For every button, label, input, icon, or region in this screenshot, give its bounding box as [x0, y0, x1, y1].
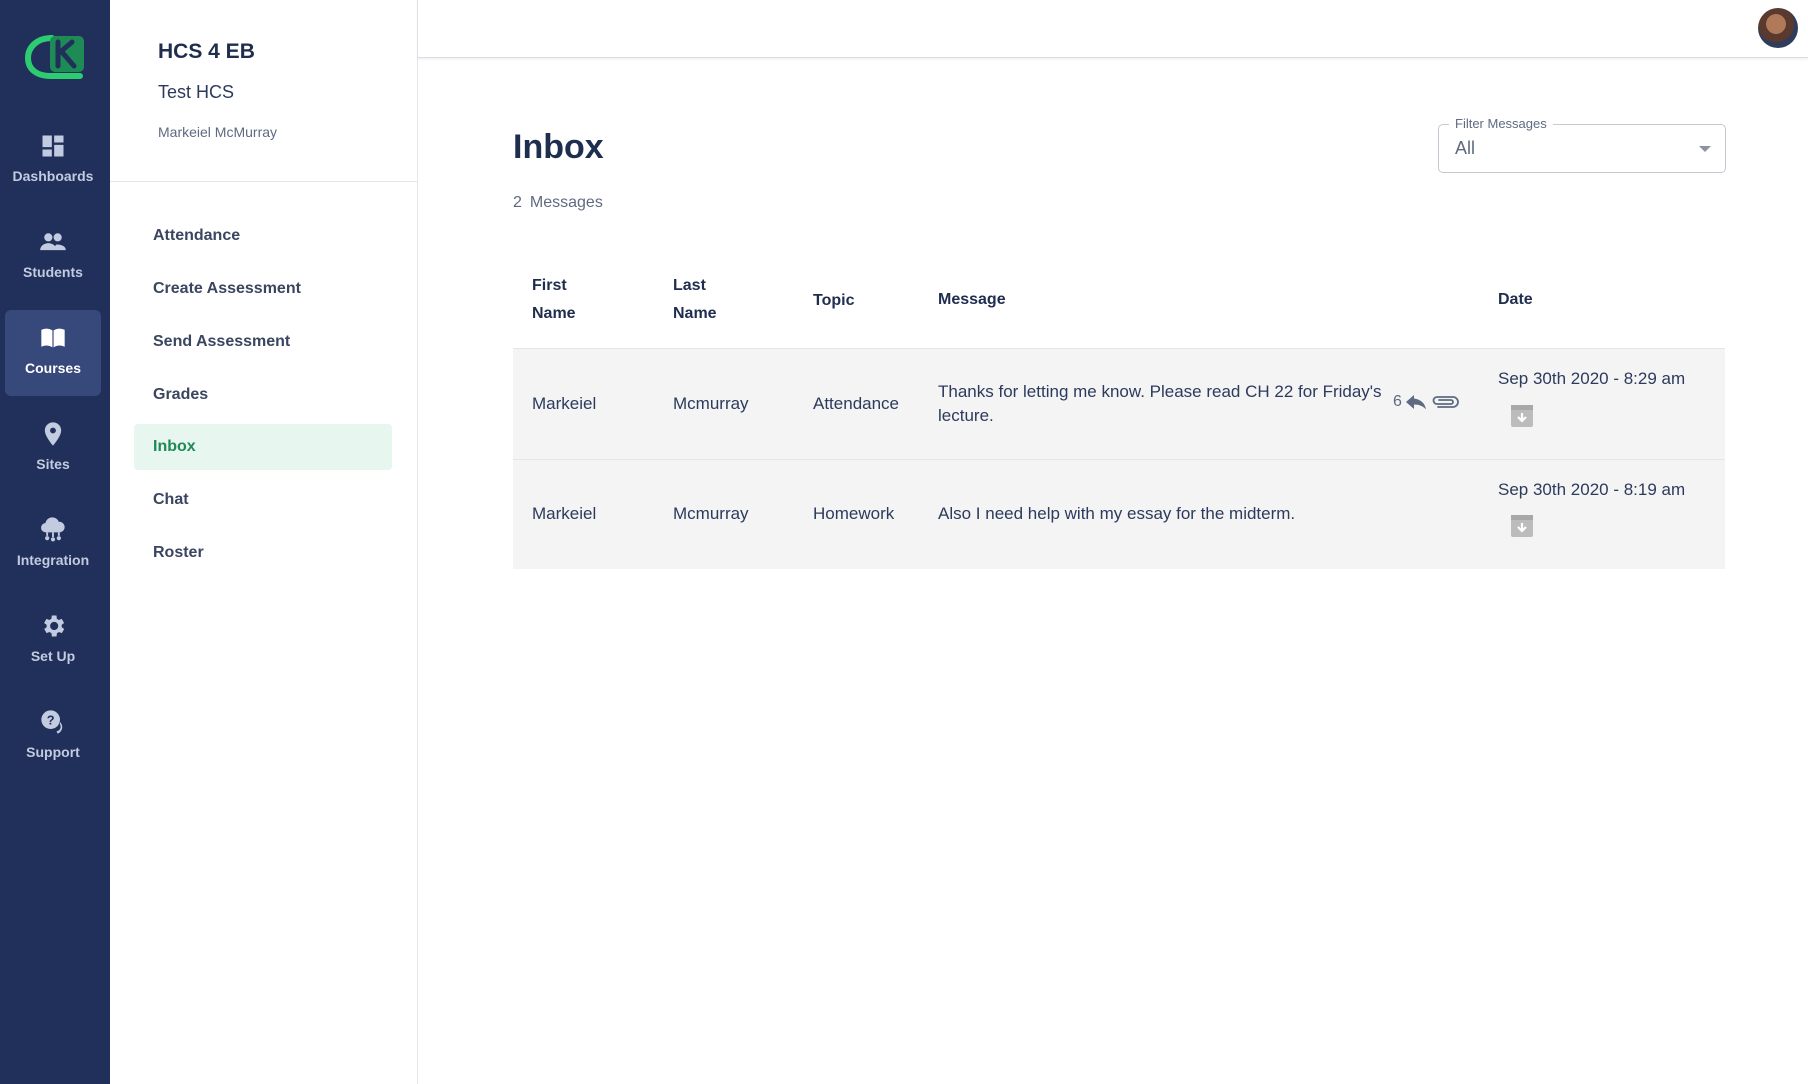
cell-first-name: Markeiel [532, 394, 597, 413]
cell-topic: Homework [813, 504, 895, 523]
inbox-table: First Name Last Name Topic Message Date … [513, 262, 1725, 569]
message-meta: 6 [1393, 393, 1460, 411]
course-subtitle: Test HCS [158, 82, 235, 102]
nav-item-courses[interactable]: Courses [5, 310, 101, 396]
nav-label: Sites [36, 456, 70, 472]
menu-item-inbox[interactable]: Inbox [134, 424, 392, 470]
nav-item-sites[interactable]: Sites [5, 406, 101, 492]
caret-down-icon [1699, 146, 1711, 152]
svg-text:?: ? [47, 712, 55, 727]
gear-icon [44, 615, 65, 637]
help-chat-icon: ? [41, 710, 63, 734]
cell-last-name: Mcmurray [673, 394, 749, 413]
menu-item-send-assessment[interactable]: Send Assessment [134, 319, 392, 365]
cell-last-name: Mcmurray [673, 504, 749, 523]
header-date[interactable]: Date [1498, 286, 1533, 314]
menu-item-chat[interactable]: Chat [134, 477, 392, 523]
filter-messages-select[interactable]: Filter Messages All [1438, 116, 1726, 173]
attachment-icon[interactable] [1430, 393, 1460, 411]
reply-count: 6 [1393, 393, 1402, 410]
nav-item-dashboards[interactable]: Dashboards [5, 118, 101, 204]
filter-value: All [1455, 138, 1476, 158]
menu-item-create-assessment[interactable]: Create Assessment [134, 266, 392, 312]
nav-label: Set Up [30, 648, 76, 664]
table-row[interactable]: Markeiel Mcmurray Attendance Thanks for … [513, 348, 1725, 459]
table-row[interactable]: Markeiel Mcmurray Homework Also I need h… [513, 459, 1725, 569]
top-bar [418, 0, 1808, 58]
course-owner: Markeiel McMurray [158, 124, 278, 140]
app-logo[interactable] [22, 32, 88, 82]
nav-item-students[interactable]: Students [5, 214, 101, 300]
menu-item-grades[interactable]: Grades [134, 372, 392, 418]
header-first-name[interactable]: First Name [532, 272, 576, 328]
map-pin-icon [44, 422, 62, 446]
cell-date: Sep 30th 2020 - 8:19 am [1498, 480, 1686, 499]
nav-label: Integration [16, 552, 90, 568]
cell-first-name: Markeiel [532, 504, 597, 523]
cloud-network-icon [41, 517, 65, 542]
reply-icon[interactable] [1405, 393, 1427, 411]
nav-label: Support [26, 744, 80, 760]
header-first-name-line2: Name [532, 305, 576, 322]
nav-label: Dashboards [12, 168, 94, 184]
cell-message: Thanks for letting me know. Please read … [938, 382, 1382, 425]
header-last-name-line2: Name [673, 305, 717, 322]
course-title: HCS 4 EB [158, 40, 255, 63]
avatar[interactable] [1758, 8, 1798, 48]
header-message[interactable]: Message [938, 286, 1006, 314]
table-header: First Name Last Name Topic Message Date [513, 262, 1725, 348]
dashboard-icon [42, 135, 64, 157]
page-title: Inbox [513, 128, 604, 166]
header-last-name-line1: Last [673, 277, 706, 294]
archive-icon[interactable] [1510, 404, 1534, 428]
menu-item-roster[interactable]: Roster [134, 530, 392, 576]
cell-date: Sep 30th 2020 - 8:29 am [1498, 369, 1686, 388]
header-last-name[interactable]: Last Name [673, 272, 717, 328]
nav-label: Students [23, 264, 83, 280]
nav-item-support[interactable]: ? Support [5, 694, 101, 780]
people-icon [40, 233, 66, 251]
book-icon [41, 328, 65, 348]
nav-item-integration[interactable]: Integration [5, 502, 101, 588]
message-count-label: Messages [529, 194, 603, 211]
course-panel: HCS 4 EB Test HCS Markeiel McMurray Atte… [110, 0, 418, 1084]
menu-item-attendance[interactable]: Attendance [134, 213, 392, 259]
filter-label: Filter Messages [1449, 116, 1553, 131]
message-count-value: 2 [513, 194, 522, 211]
nav-item-setup[interactable]: Set Up [5, 598, 101, 684]
main-nav: Dashboards Students Courses Sites Integr… [0, 0, 110, 1084]
cell-topic: Attendance [813, 394, 900, 413]
cell-message: Also I need help with my essay for the m… [938, 504, 1296, 523]
nav-label: Courses [24, 360, 82, 376]
archive-icon[interactable] [1510, 514, 1534, 538]
course-header: HCS 4 EB Test HCS Markeiel McMurray [110, 0, 417, 182]
message-count: 2 Messages [513, 194, 603, 212]
header-topic[interactable]: Topic [813, 287, 854, 315]
header-first-name-line1: First [532, 277, 567, 294]
